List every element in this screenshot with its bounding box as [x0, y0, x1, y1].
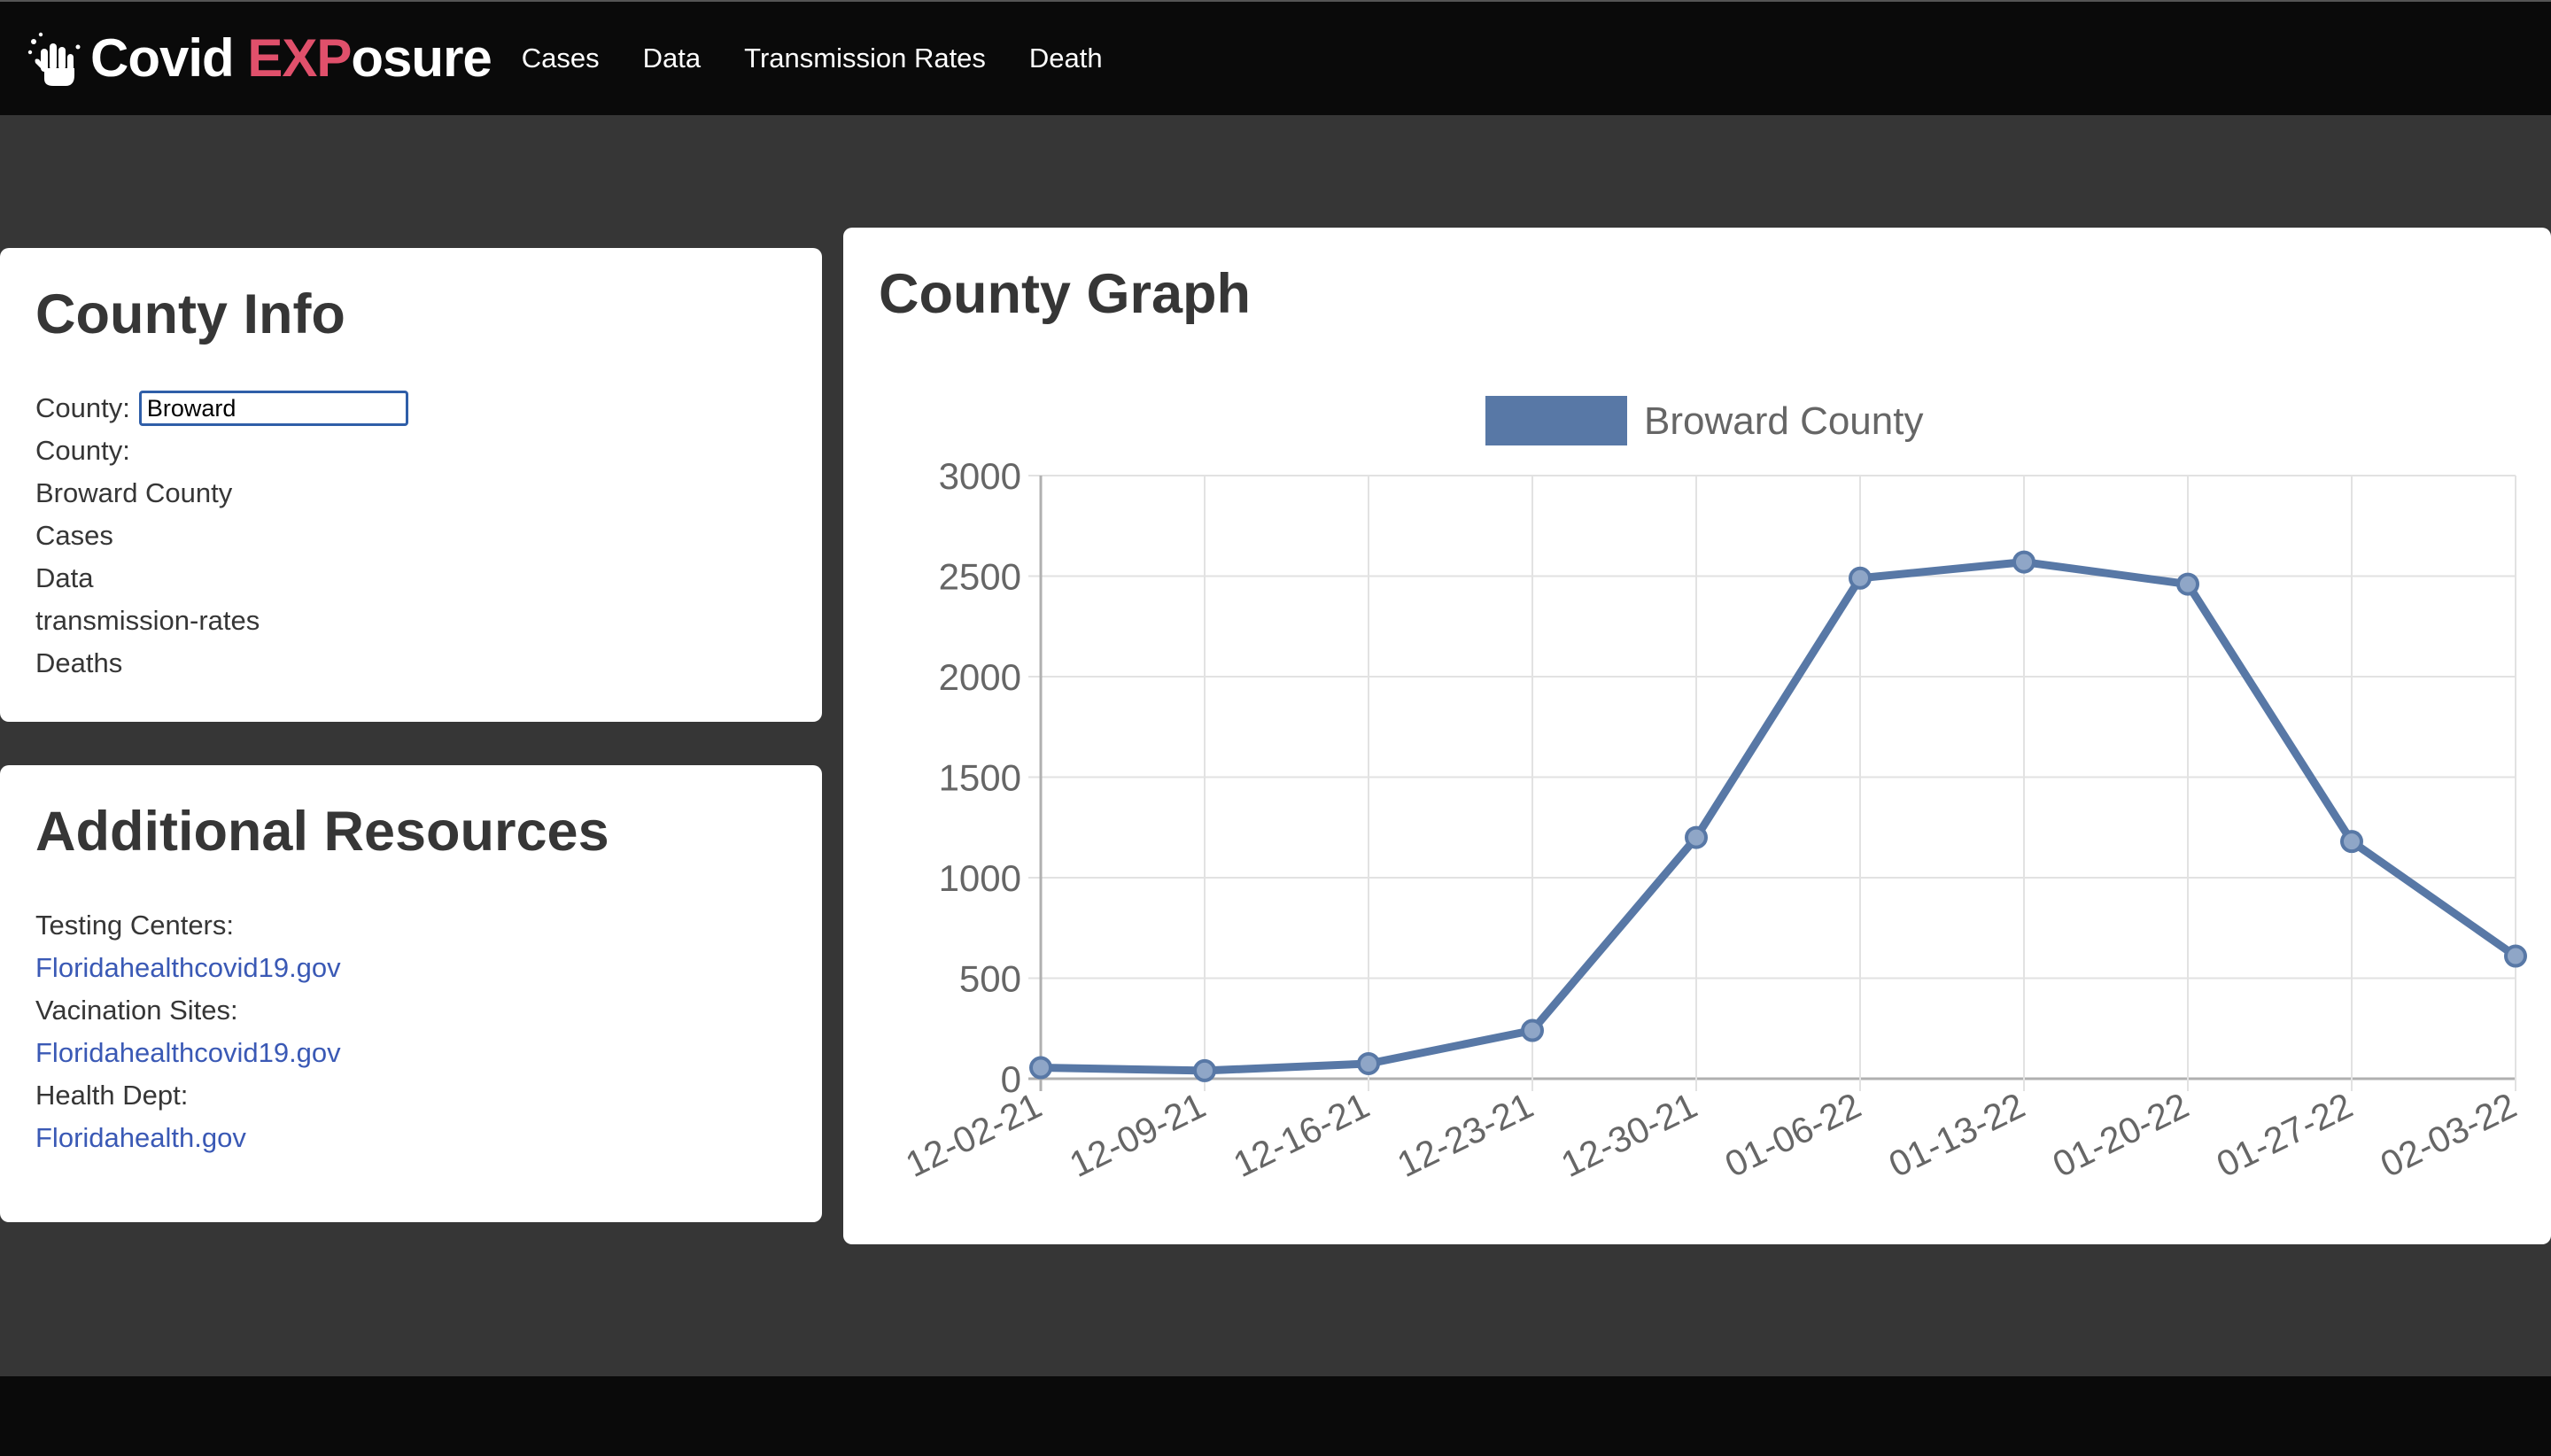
nav-transmission-rates[interactable]: Transmission Rates: [744, 43, 986, 74]
resources-list: Testing Centers: Floridahealthcovid19.go…: [35, 904, 787, 1159]
nav-cases[interactable]: Cases: [522, 43, 600, 74]
county-line-data: Data: [35, 562, 94, 593]
county-line-chart: 05001000150020002500300012-02-21 12-09-21…: [899, 396, 2527, 1185]
x-tick-label: 01-27-22: [2210, 1085, 2359, 1185]
y-tick-label: 2000: [939, 656, 1021, 698]
x-tick-label: 12-09-21: [1063, 1085, 1212, 1185]
nav-links: Cases Data Transmission Rates Death: [522, 43, 1146, 74]
x-tick-label: 01-13-22: [1882, 1085, 2031, 1185]
county-graph-card: County Graph 0 500 1000 1500 2000 2500 3000 12-…: [843, 228, 2551, 1244]
data-point: [1849, 566, 1872, 590]
y-tick-label: 3000: [939, 455, 1021, 497]
data-point: [1521, 1018, 1544, 1042]
county-input[interactable]: [138, 391, 408, 426]
x-tick-label: 01-06-22: [1718, 1085, 1867, 1185]
x-tick-label: 12-23-21: [1391, 1085, 1539, 1185]
x-tick-label: 02-03-22: [2374, 1085, 2523, 1185]
county-name: Broward County: [35, 477, 233, 508]
brand[interactable]: Covid EXPosure: [23, 27, 492, 89]
y-tick-label: 500: [959, 958, 1021, 1000]
hand-wash-icon: [27, 32, 81, 86]
data-point: [1029, 1056, 1052, 1080]
vaccination-sites-label: Vacination Sites:: [35, 995, 238, 1026]
nav-death[interactable]: Death: [1029, 43, 1103, 74]
data-point: [2340, 830, 2363, 854]
nav-data[interactable]: Data: [643, 43, 701, 74]
legend-label: Broward County: [1644, 399, 1923, 443]
county-input-row: County:: [35, 387, 787, 430]
brand-title: Covid EXPosure: [90, 28, 492, 88]
county-line-cases: Cases: [35, 520, 113, 551]
x-tick-label: 01-20-22: [2046, 1085, 2195, 1185]
data-point: [2504, 944, 2527, 968]
data-point: [1193, 1058, 1216, 1082]
vaccination-sites-link[interactable]: Floridahealthcovid19.gov: [35, 1032, 341, 1074]
additional-resources-card: Additional Resources Testing Centers: Fl…: [0, 765, 822, 1222]
county-line-transmission-rates: transmission-rates: [35, 605, 260, 636]
data-point: [2176, 572, 2199, 596]
testing-centers-link[interactable]: Floridahealthcovid19.gov: [35, 947, 341, 989]
x-tick-label: 12-02-21: [899, 1085, 1048, 1185]
series-line: [1040, 558, 2518, 1075]
county-info-list: County: County: Broward County Cases Dat…: [35, 387, 787, 685]
legend-swatch: [1485, 396, 1627, 445]
county-line-deaths: Deaths: [35, 647, 123, 678]
y-tick-label: 1000: [939, 857, 1021, 899]
navbar: Covid EXPosure Cases Data Transmission R…: [0, 0, 2551, 115]
x-tick-label: 12-30-21: [1555, 1085, 1703, 1185]
x-tick-label: 12-16-21: [1227, 1085, 1376, 1185]
y-tick-label: 2500: [939, 556, 1021, 598]
health-dept-link[interactable]: Floridahealth.gov: [35, 1117, 246, 1159]
data-point: [2012, 550, 2035, 574]
county-info-card: County Info County: County: Broward Coun…: [0, 248, 822, 722]
health-dept-label: Health Dept:: [35, 1080, 189, 1111]
testing-centers-label: Testing Centers:: [35, 910, 234, 941]
county-label: County:: [35, 435, 130, 466]
county-input-label: County:: [35, 392, 130, 423]
county-info-title: County Info: [35, 283, 345, 345]
footer: [0, 1376, 2551, 1456]
resources-title: Additional Resources: [35, 801, 609, 863]
data-point: [1685, 825, 1708, 849]
data-point: [1357, 1051, 1380, 1075]
y-tick-label: 1500: [939, 757, 1021, 799]
